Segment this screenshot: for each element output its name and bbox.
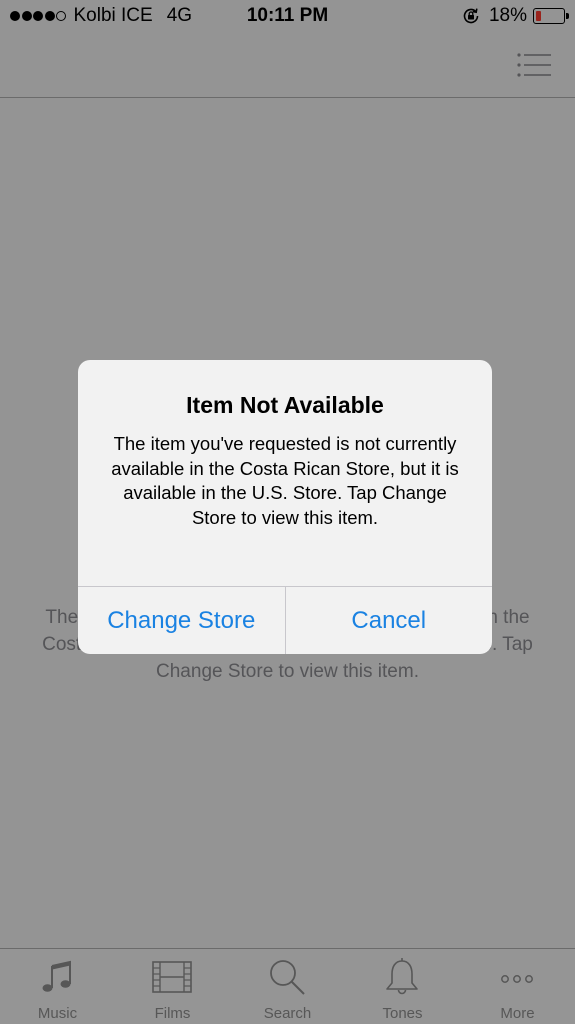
- alert-dialog: Item Not Available The item you've reque…: [78, 360, 492, 654]
- alert-title: Item Not Available: [186, 392, 384, 418]
- cancel-button[interactable]: Cancel: [284, 587, 493, 654]
- change-store-button[interactable]: Change Store: [78, 587, 285, 654]
- alert-message: The item you've requested is not current…: [111, 433, 459, 528]
- alert-button-row: Change Store Cancel: [78, 586, 492, 654]
